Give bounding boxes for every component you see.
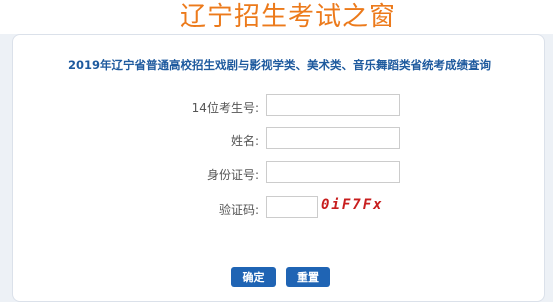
id-number-label: 身份证号: [206, 168, 259, 182]
reset-button[interactable]: 重置 [286, 267, 330, 287]
captcha-label: 验证码: [218, 203, 259, 217]
exam-number-input[interactable] [266, 94, 400, 116]
captcha-input[interactable] [266, 196, 318, 218]
page-header: 辽宁招生考试之窗 [0, 0, 553, 34]
form-title: 2019年辽宁省普通高校招生戏剧与影视学类、美术类、音乐舞蹈类省统考成绩查询 [67, 58, 491, 72]
name-label: 姓名: [230, 134, 259, 148]
captcha-image[interactable]: 0iF7Fx [321, 197, 384, 213]
query-form-panel: 2019年辽宁省普通高校招生戏剧与影视学类、美术类、音乐舞蹈类省统考成绩查询 1… [12, 34, 545, 302]
exam-number-label: 14位考生号: [191, 101, 259, 115]
site-title: 辽宁招生考试之窗 [179, 2, 396, 32]
name-input[interactable] [266, 127, 400, 149]
id-number-input[interactable] [266, 161, 400, 183]
confirm-button[interactable]: 确定 [231, 267, 276, 287]
